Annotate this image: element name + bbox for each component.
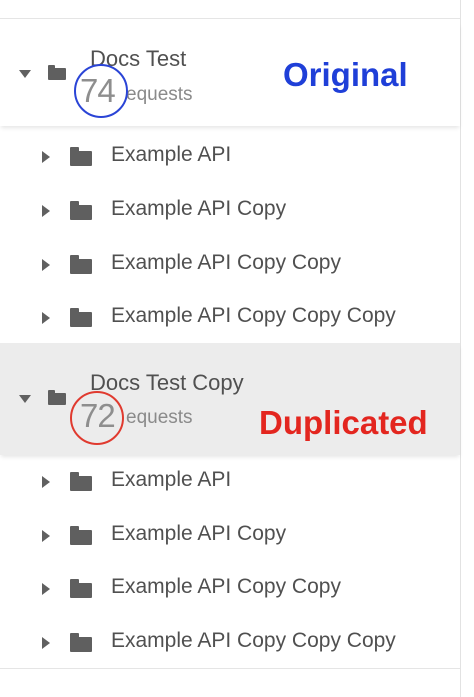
- folder-icon: [70, 579, 92, 598]
- folder-row[interactable]: Example API Copy: [0, 509, 460, 563]
- collection-docs-test-copy[interactable]: Docs Test Copy 72 equests Duplicated: [0, 343, 460, 455]
- folder-label: Example API Copy Copy Copy: [111, 304, 396, 327]
- annotation-duplicated: Duplicated: [259, 404, 428, 441]
- folder-row[interactable]: Example API: [0, 455, 460, 509]
- caret-down-icon[interactable]: [19, 395, 31, 403]
- folder-icon: [70, 147, 92, 166]
- caret-right-icon[interactable]: [42, 530, 50, 542]
- sidebar-border: [460, 0, 461, 697]
- folder-row[interactable]: Example API Copy: [0, 184, 460, 238]
- folder-label: Example API Copy Copy: [111, 575, 341, 598]
- folder-icon: [48, 65, 66, 80]
- folder-label: Example API Copy Copy Copy: [111, 629, 396, 652]
- folder-label: Example API Copy: [111, 522, 287, 545]
- collection-name: Docs Test Copy: [90, 370, 244, 395]
- folder-icon: [48, 390, 66, 405]
- caret-right-icon[interactable]: [42, 259, 50, 271]
- caret-right-icon[interactable]: [42, 312, 50, 324]
- folder-label: Example API: [111, 143, 232, 166]
- highlight-circle: [70, 391, 124, 445]
- request-count-label: equests: [126, 84, 193, 105]
- folder-row[interactable]: Example API Copy Copy: [0, 562, 460, 616]
- request-count-label: equests: [126, 407, 193, 428]
- folder-row[interactable]: Example API Copy Copy Copy: [0, 616, 460, 670]
- folder-label: Example API: [111, 468, 232, 491]
- caret-down-icon[interactable]: [19, 70, 31, 78]
- folder-row[interactable]: Example API: [0, 130, 460, 184]
- folder-label: Example API Copy: [111, 197, 287, 220]
- collection-docs-test[interactable]: Docs Test 74 equests Original: [0, 22, 460, 126]
- folder-label: Example API Copy Copy: [111, 251, 341, 274]
- folder-icon: [70, 633, 92, 652]
- caret-right-icon[interactable]: [42, 205, 50, 217]
- folder-icon: [70, 201, 92, 220]
- folder-icon: [70, 255, 92, 274]
- annotation-original: Original: [283, 56, 408, 93]
- folder-row[interactable]: Example API Copy Copy: [0, 238, 460, 292]
- folder-row[interactable]: Example API Copy Copy Copy: [0, 291, 460, 345]
- caret-right-icon[interactable]: [42, 637, 50, 649]
- folder-icon: [70, 308, 92, 327]
- caret-right-icon[interactable]: [42, 151, 50, 163]
- divider-top: [0, 18, 460, 19]
- folder-icon: [70, 472, 92, 491]
- highlight-circle: [74, 64, 128, 118]
- caret-right-icon[interactable]: [42, 583, 50, 595]
- folder-icon: [70, 526, 92, 545]
- caret-right-icon[interactable]: [42, 476, 50, 488]
- divider-bottom: [0, 668, 460, 669]
